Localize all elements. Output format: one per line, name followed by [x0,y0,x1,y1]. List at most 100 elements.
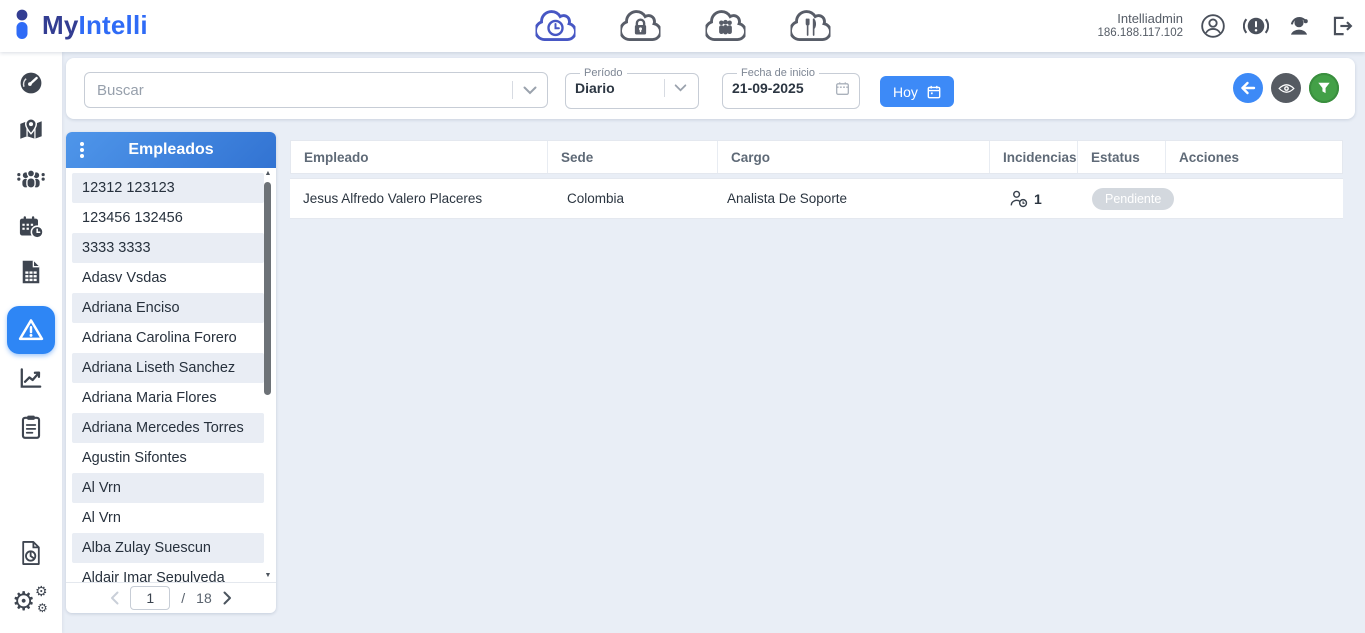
employee-list-item[interactable]: Adriana Mercedes Torres [72,413,264,443]
filter-actions [1233,73,1339,103]
employees-panel: Empleados 12312 123123 123456 132456 3333 … [66,132,276,613]
cloud-lock-icon[interactable] [620,8,660,42]
sidebar-item-tasks[interactable] [19,414,43,440]
period-value: Diario [575,80,615,96]
person-logo-icon [14,9,37,40]
column-header-cargo[interactable]: Cargo [718,141,990,173]
employee-list-item[interactable]: Agustin Sifontes [72,443,264,473]
employee-list-item[interactable]: Aldair Imar Sepulveda [72,563,264,582]
cell-estatus: Pendiente [1077,187,1175,210]
module-nav [535,8,830,42]
employee-list-item[interactable]: Adriana Maria Flores [72,383,264,413]
start-date-value: 21-09-2025 [732,80,804,96]
next-page-icon[interactable] [223,591,232,605]
chevron-down-icon[interactable] [523,86,537,95]
employee-list-item[interactable]: 3333 3333 [72,233,264,263]
column-header-acciones[interactable]: Acciones [1166,141,1342,173]
total-pages: 18 [196,590,212,606]
employee-list-item[interactable]: Adriana Liseth Sanchez [72,353,264,383]
cloud-people-icon[interactable] [705,8,745,42]
user-area: Intelliadmin 186.188.117.102 [1098,0,1355,52]
employee-list-item[interactable]: Al Vrn [72,503,264,533]
user-ip: 186.188.117.102 [1097,27,1183,39]
gear-small-icon: ⚙ [35,583,48,599]
person-time-icon [1009,189,1028,208]
search-select [84,72,548,108]
employee-list-item[interactable]: 123456 132456 [72,203,264,233]
employee-list-item[interactable]: 12312 123123 [72,173,264,203]
employee-list-item[interactable]: Alba Zulay Suescun [72,533,264,563]
sidebar-item-people[interactable] [16,166,46,191]
divider [512,81,513,99]
sidebar-item-map[interactable] [18,118,45,143]
sidebar-item-records[interactable] [19,259,43,285]
view-button[interactable] [1271,73,1301,103]
page-number-input[interactable] [130,586,171,610]
sidebar-item-reports-chart[interactable] [18,366,44,390]
cell-empleado: Jesus Alfredo Valero Placeres [303,191,483,206]
filter-button[interactable] [1309,73,1339,103]
line-chart-icon [20,368,42,388]
incidents-table: Empleado Sede Cargo Incidencias Estatus … [290,140,1343,219]
sidebar-item-dashboard[interactable] [18,70,44,96]
column-header-sede[interactable]: Sede [548,141,718,173]
employee-list-scrollbar: ▲ ▼ [263,170,273,579]
sidebar-item-analytics[interactable] [19,540,43,567]
employee-list-item[interactable]: Adriana Enciso [72,293,264,323]
back-button[interactable] [1233,73,1263,103]
previous-page-icon[interactable] [110,591,119,605]
column-header-empleado[interactable]: Empleado [291,141,548,173]
today-button-label: Hoy [893,83,918,100]
scroll-down-icon[interactable]: ▼ [263,572,273,579]
scroll-up-icon[interactable]: ▲ [263,170,273,177]
cell-incidencias: 1 [989,189,1077,208]
alert-icon[interactable] [1243,13,1269,39]
status-badge: Pendiente [1092,187,1175,210]
start-date-field[interactable]: Fecha de inicio 21-09-2025 [722,67,860,109]
clipboard-icon [21,415,41,439]
employee-pagination: / 18 [66,582,276,613]
brand-logo[interactable]: MyIntelli [14,9,148,40]
user-name: Intelliadmin [1117,11,1183,26]
divider [664,79,665,97]
support-agent-icon[interactable] [1286,13,1312,39]
column-header-estatus[interactable]: Estatus [1078,141,1166,173]
employee-list: 12312 123123 123456 132456 3333 3333 Adasv … [66,168,264,582]
cloud-time-icon[interactable] [535,8,575,42]
filter-bar: Período Diario Fecha de inicio 21-09-202… [66,58,1355,119]
document-grid-icon [22,260,40,284]
report-pie-icon [22,541,40,565]
employee-list-item[interactable]: Adriana Carolina Forero [72,323,264,353]
employee-list-item[interactable]: Adasv Vsdas [72,263,264,293]
sidebar-item-schedule[interactable] [17,214,45,240]
myintelli-app: MyIntelli Intelliadmin 186.188.117.102 ⚙… [0,0,1365,633]
sidebar-item-incidents-active[interactable] [7,306,55,354]
period-select[interactable]: Período Diario [565,67,699,109]
chevron-down-icon[interactable] [674,84,687,92]
people-icon [17,169,45,189]
calendar-icon[interactable] [835,81,850,96]
incident-count: 1 [1034,190,1042,207]
map-icon [20,118,42,139]
employees-panel-title: Empleados [128,141,214,158]
dashboard-icon [20,72,42,94]
employees-panel-header: Empleados [66,132,276,168]
search-input[interactable] [85,81,512,99]
arrow-left-icon [1241,81,1256,95]
sidebar-item-settings[interactable]: ⚙ ⚙ ⚙ [11,583,51,621]
period-label: Período [584,67,623,79]
logout-icon[interactable] [1329,13,1355,39]
eye-icon [1277,83,1295,93]
column-header-incidencias[interactable]: Incidencias [990,141,1078,173]
employee-list-item[interactable]: Al Vrn [72,473,264,503]
today-button[interactable]: Hoy [880,76,954,107]
scrollbar-thumb[interactable] [264,182,271,395]
main-content: Período Diario Fecha de inicio 21-09-202… [62,52,1365,633]
warning-triangle-icon [18,319,44,341]
calendar-clock-icon [19,216,44,239]
kebab-menu-icon[interactable] [80,140,86,160]
profile-icon[interactable] [1200,13,1226,39]
cell-sede: Colombia [567,191,625,206]
cloud-dining-icon[interactable] [790,8,830,42]
table-row[interactable]: Jesus Alfredo Valero Placeres Colombia A… [290,178,1343,219]
